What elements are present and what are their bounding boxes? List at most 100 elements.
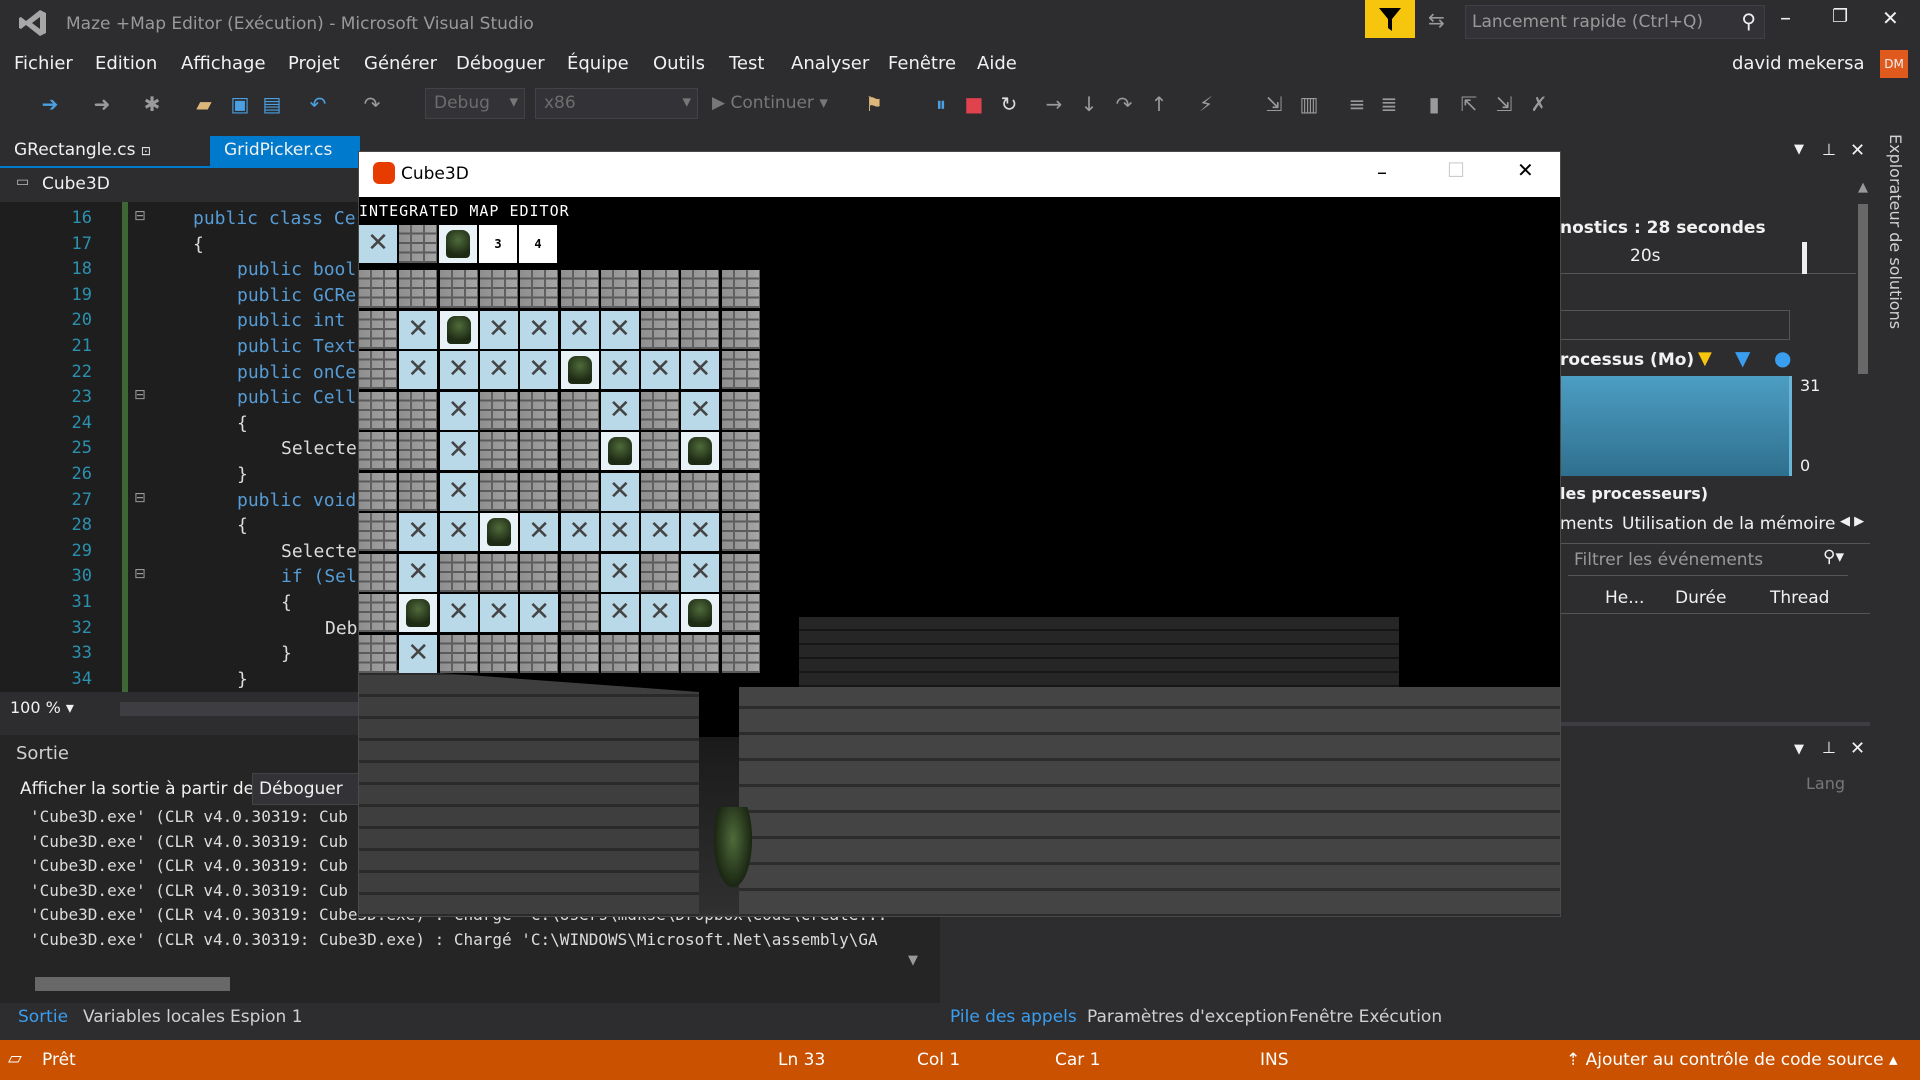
empty-tile[interactable]: ✕ xyxy=(479,310,518,349)
col-duree[interactable]: Durée xyxy=(1675,588,1726,608)
editor-horizontal-scrollbar[interactable] xyxy=(120,702,360,716)
empty-tile[interactable]: ✕ xyxy=(520,351,559,389)
code-line[interactable]: { xyxy=(193,234,204,255)
wall-tile[interactable] xyxy=(560,553,599,592)
search-icon[interactable]: ⚲ xyxy=(1741,9,1756,33)
wall-tile[interactable] xyxy=(479,553,518,592)
wall-tile[interactable] xyxy=(681,310,720,349)
enemy-tile[interactable] xyxy=(560,351,599,389)
empty-tile[interactable]: ✕ xyxy=(600,594,639,632)
empty-tile[interactable]: ✕ xyxy=(439,472,478,511)
wall-tile[interactable] xyxy=(479,472,518,511)
empty-tile[interactable]: ✕ xyxy=(479,351,518,389)
wall-tile[interactable] xyxy=(560,472,599,511)
show-next-statement-icon[interactable]: → xyxy=(1040,90,1068,118)
empty-tile[interactable]: ✕ xyxy=(399,513,438,551)
empty-tile[interactable]: ✕ xyxy=(600,391,639,430)
zoom-select[interactable]: 100 % ▾ xyxy=(10,698,100,722)
user-avatar[interactable]: DM xyxy=(1880,50,1908,78)
wall-tile[interactable] xyxy=(359,310,397,349)
wall-tile[interactable] xyxy=(359,351,397,389)
stop-icon[interactable]: ■ xyxy=(960,90,988,118)
wall-tile[interactable] xyxy=(641,472,680,511)
wall-tile[interactable] xyxy=(399,432,438,470)
wall-tile[interactable] xyxy=(520,391,559,430)
empty-tile[interactable]: ✕ xyxy=(641,594,680,632)
user-name[interactable]: david mekersa xyxy=(1732,53,1865,74)
wall-tile[interactable] xyxy=(520,432,559,470)
callstack-dropdown-icon[interactable]: ▼ xyxy=(1794,742,1804,757)
code-line[interactable]: public Text xyxy=(237,336,356,357)
callstack-close-icon[interactable]: ✕ xyxy=(1850,738,1865,759)
wall-tile[interactable] xyxy=(721,351,760,389)
code-line[interactable]: public class Ce xyxy=(193,208,356,229)
empty-tile[interactable]: ✕ xyxy=(600,553,639,592)
code-line[interactable]: Selecte xyxy=(281,541,357,562)
empty-tile[interactable]: ✕ xyxy=(520,594,559,632)
wall-tile[interactable] xyxy=(641,432,680,470)
tab-pile-des-appels[interactable]: Pile des appels xyxy=(950,1007,1077,1027)
wall-tile[interactable] xyxy=(721,472,760,511)
menu-analyser[interactable]: Analyser xyxy=(791,53,869,74)
tab-fenetre-execution[interactable]: Fenêtre Exécution xyxy=(1289,1007,1442,1027)
wall-tile[interactable] xyxy=(721,391,760,430)
game-close-button[interactable]: ✕ xyxy=(1517,158,1534,182)
comment-icon[interactable]: ≡ xyxy=(1343,90,1371,118)
output-horizontal-scrollbar[interactable] xyxy=(35,977,230,991)
menu-outils[interactable]: Outils xyxy=(653,53,705,74)
prev-bookmark-icon[interactable]: ⇱ xyxy=(1455,90,1483,118)
collapse-icon[interactable]: ⊟ xyxy=(134,566,146,582)
bookmark-icon[interactable]: ▮ xyxy=(1420,90,1448,118)
code-line[interactable]: Selecte xyxy=(281,438,357,459)
scroll-up-icon[interactable]: ▲ xyxy=(1858,180,1868,195)
filter-search-icon[interactable]: ⚲▾ xyxy=(1823,547,1844,567)
empty-tile[interactable]: ✕ xyxy=(600,351,639,389)
code-line[interactable]: { xyxy=(237,515,248,536)
code-line[interactable]: if (Sel xyxy=(281,566,357,587)
wall-tile[interactable] xyxy=(721,270,760,308)
wall-tile[interactable] xyxy=(359,472,397,511)
menu-affichage[interactable]: Affichage xyxy=(181,53,266,74)
code-line[interactable]: { xyxy=(281,592,292,613)
quick-launch-input[interactable]: Lancement rapide (Ctrl+Q) ⚲ xyxy=(1465,5,1765,39)
enemy-tile[interactable] xyxy=(600,432,639,470)
wall-tile[interactable] xyxy=(359,594,397,632)
wall-tile[interactable] xyxy=(479,634,518,673)
wall-tile[interactable] xyxy=(721,310,760,349)
game-window[interactable]: Cube3D – ☐ ✕ INTEGRATED MAP EDITOR ✕ 3 4 ✕… xyxy=(358,151,1561,917)
step-over-icon[interactable]: ↷ xyxy=(1110,90,1138,118)
callstack-pin-icon[interactable]: ⊥ xyxy=(1822,738,1836,757)
wall-tile[interactable] xyxy=(600,270,639,308)
menu-aide[interactable]: Aide xyxy=(977,53,1017,74)
wall-tile[interactable] xyxy=(439,270,478,308)
output-source-select[interactable]: Déboguer xyxy=(252,773,372,805)
tab-memoire[interactable]: Utilisation de la mémoire xyxy=(1622,514,1836,534)
save-all-icon[interactable]: ▤ xyxy=(258,90,286,118)
pin-icon[interactable]: ⊡ xyxy=(141,144,151,158)
new-project-icon[interactable]: ✱ xyxy=(138,90,166,118)
continue-button[interactable]: ▶ Continuer ▾ xyxy=(712,93,828,113)
enemy-tile[interactable] xyxy=(681,432,720,470)
wall-tile[interactable] xyxy=(721,634,760,673)
back-icon[interactable]: ➔ xyxy=(36,90,64,118)
wall-tile[interactable] xyxy=(479,270,518,308)
empty-tile[interactable]: ✕ xyxy=(439,351,478,389)
enemy-tile[interactable] xyxy=(439,310,478,349)
empty-tile[interactable]: ✕ xyxy=(399,351,438,389)
wall-tile[interactable] xyxy=(721,553,760,592)
game-maximize-button[interactable]: ☐ xyxy=(1447,158,1465,182)
tab-grectangle[interactable]: GRectangle.cs ⊡ xyxy=(0,136,200,166)
empty-tile[interactable]: ✕ xyxy=(641,513,680,551)
scroll-down-icon[interactable]: ▼ xyxy=(908,953,918,968)
platform-select[interactable]: x86 xyxy=(535,88,698,119)
share-icon[interactable]: ⇆ xyxy=(1428,8,1452,32)
empty-tile[interactable]: ✕ xyxy=(479,594,518,632)
source-control-button[interactable]: ⇡ Ajouter au contrôle de code source ▴ xyxy=(1566,1050,1898,1070)
code-line[interactable]: public onCe xyxy=(237,362,356,383)
palette-tile-3[interactable] xyxy=(439,225,477,263)
empty-tile[interactable]: ✕ xyxy=(439,513,478,551)
code-line[interactable]: public bool xyxy=(237,259,356,280)
code-line[interactable]: public void xyxy=(237,490,356,511)
wall-tile[interactable] xyxy=(641,553,680,592)
empty-tile[interactable]: ✕ xyxy=(600,513,639,551)
